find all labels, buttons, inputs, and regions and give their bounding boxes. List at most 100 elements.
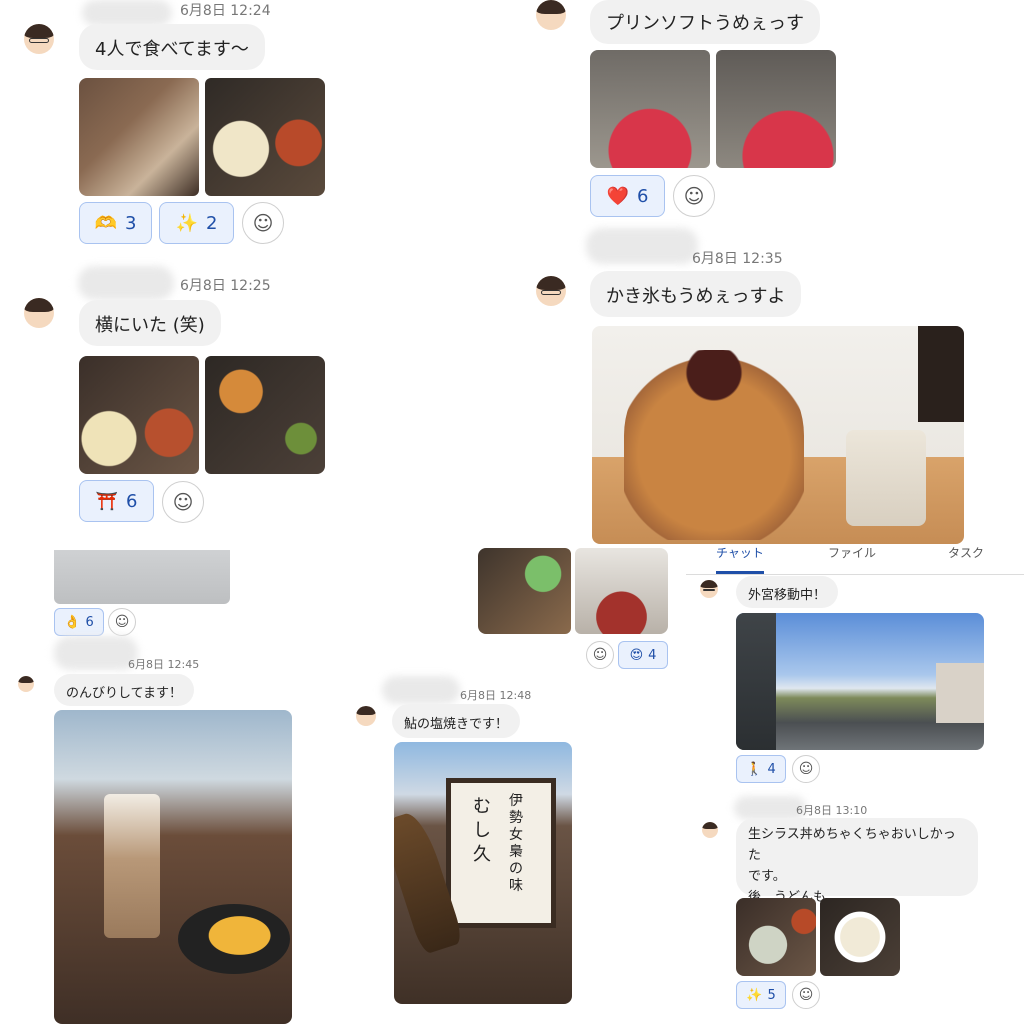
food-photo[interactable] bbox=[820, 898, 900, 976]
smiley-plus-icon: ☺ bbox=[683, 184, 705, 208]
street-photo bbox=[736, 613, 776, 750]
food-photo[interactable] bbox=[205, 78, 325, 196]
tea-cup bbox=[846, 430, 926, 526]
image-attachment[interactable] bbox=[736, 613, 984, 750]
reaction-chip[interactable]: 😍 4 bbox=[618, 641, 668, 669]
message-timestamp: 6月8日 12:24 bbox=[180, 3, 271, 19]
smiley-plus-icon: ☺ bbox=[798, 987, 814, 1003]
frame bbox=[918, 326, 964, 422]
heart-hands-icon: 🫶 bbox=[94, 212, 117, 234]
message-line: 生シラス丼めちゃくちゃおいしかった bbox=[748, 827, 956, 863]
reaction-chip[interactable]: 🚶 4 bbox=[736, 755, 786, 783]
sender-name-blurred bbox=[54, 636, 138, 670]
tab-files[interactable]: ファイル bbox=[828, 544, 876, 561]
avatar[interactable] bbox=[536, 0, 566, 30]
reaction-chip[interactable]: ⛩️ 6 bbox=[79, 480, 154, 522]
message-bubble: 横にいた (笑) bbox=[79, 300, 221, 346]
reaction-count: 4 bbox=[648, 647, 657, 663]
image-attachment[interactable] bbox=[79, 78, 325, 196]
sparkles-icon: ✨ bbox=[175, 212, 198, 234]
ok-hand-icon: 👌 bbox=[64, 614, 81, 630]
add-reaction-button[interactable]: ☺ bbox=[108, 608, 136, 636]
sparkles-icon: ✨ bbox=[746, 987, 763, 1003]
kakigori-photo bbox=[624, 350, 804, 540]
image-attachment[interactable] bbox=[54, 710, 292, 1024]
tab-tasks[interactable]: タスク bbox=[948, 544, 984, 561]
reaction-count: 6 bbox=[85, 614, 94, 630]
dessert-plate bbox=[178, 904, 290, 974]
food-photo[interactable] bbox=[716, 50, 836, 168]
food-photo[interactable] bbox=[79, 78, 199, 196]
food-photo[interactable] bbox=[79, 356, 199, 474]
reaction-chip[interactable]: ✨ 5 bbox=[736, 981, 786, 1009]
add-reaction-button[interactable]: ☺ bbox=[586, 641, 614, 669]
food-photo[interactable] bbox=[736, 898, 816, 976]
message-timestamp: 6月8日 13:10 bbox=[796, 804, 868, 817]
sender-name-blurred bbox=[382, 676, 460, 704]
sign-text: 伊勢女梟の味 bbox=[509, 793, 523, 894]
sign-text: むし久 bbox=[473, 796, 491, 865]
smiley-plus-icon: ☺ bbox=[114, 614, 130, 630]
message-bubble: 外宮移動中！ bbox=[736, 576, 839, 608]
latte-glass bbox=[104, 794, 160, 938]
food-photo[interactable] bbox=[205, 356, 325, 474]
heart-eyes-icon: 😍 bbox=[629, 647, 644, 663]
message-bubble: かき氷もうめぇっすよ bbox=[590, 271, 802, 317]
image-attachment[interactable] bbox=[478, 548, 668, 634]
message-bubble: 生シラス丼めちゃくちゃおいしかった です。 後、うどんも bbox=[736, 818, 978, 905]
message-timestamp: 6月8日 12:25 bbox=[180, 278, 271, 294]
smiley-plus-icon: ☺ bbox=[798, 761, 814, 777]
sender-name-blurred bbox=[586, 228, 698, 264]
avatar[interactable] bbox=[702, 822, 718, 838]
tab-bar: チャット ファイル タスク bbox=[686, 544, 1024, 575]
avatar[interactable] bbox=[536, 276, 566, 306]
reaction-chip[interactable]: 🫶 3 bbox=[79, 202, 152, 244]
add-reaction-button[interactable]: ☺ bbox=[792, 981, 820, 1009]
reaction-count: 5 bbox=[767, 987, 776, 1003]
house bbox=[936, 663, 984, 723]
tab-active-indicator bbox=[716, 571, 764, 574]
avatar[interactable] bbox=[24, 24, 54, 54]
heart-icon: ❤️ bbox=[606, 185, 629, 207]
sign-board: 伊勢女梟の味 むし久 bbox=[446, 778, 556, 928]
reaction-count: 6 bbox=[125, 490, 138, 512]
image-attachment[interactable] bbox=[736, 898, 900, 976]
add-reaction-button[interactable]: ☺ bbox=[792, 755, 820, 783]
reaction-count: 2 bbox=[205, 212, 218, 234]
message-timestamp: 6月8日 12:48 bbox=[460, 689, 532, 702]
food-photo[interactable] bbox=[575, 548, 668, 634]
image-attachment[interactable]: 伊勢女梟の味 むし久 bbox=[394, 742, 572, 1004]
image-attachment[interactable] bbox=[54, 550, 230, 604]
message-bubble: のんびりしてます！ bbox=[54, 674, 194, 706]
reaction-count: 4 bbox=[767, 761, 776, 777]
add-reaction-button[interactable]: ☺ bbox=[673, 175, 715, 217]
image-attachment[interactable] bbox=[592, 326, 964, 544]
smiley-plus-icon: ☺ bbox=[252, 211, 274, 235]
avatar[interactable] bbox=[18, 676, 34, 692]
reaction-chip[interactable]: ✨ 2 bbox=[159, 202, 234, 244]
smiley-plus-icon: ☺ bbox=[592, 647, 608, 663]
smiley-plus-icon: ☺ bbox=[172, 490, 194, 514]
message-bubble: 鮎の塩焼きです！ bbox=[392, 704, 521, 738]
reaction-chip[interactable]: ❤️ 6 bbox=[590, 175, 665, 217]
image-attachment[interactable] bbox=[79, 356, 325, 474]
message-line: です。 bbox=[748, 869, 786, 884]
reaction-count: 6 bbox=[636, 185, 649, 207]
add-reaction-button[interactable]: ☺ bbox=[242, 202, 284, 244]
reaction-count: 3 bbox=[124, 212, 137, 234]
message-bubble: プリンソフトうめぇっす bbox=[590, 0, 820, 44]
torii-icon: ⛩️ bbox=[95, 490, 118, 512]
sender-name-blurred bbox=[82, 0, 172, 26]
sender-name-blurred bbox=[78, 266, 174, 300]
image-attachment[interactable] bbox=[590, 50, 836, 168]
walking-icon: 🚶 bbox=[746, 761, 763, 777]
reaction-chip[interactable]: 👌 6 bbox=[54, 608, 104, 636]
add-reaction-button[interactable]: ☺ bbox=[162, 481, 204, 523]
avatar[interactable] bbox=[24, 298, 54, 328]
tab-chat[interactable]: チャット bbox=[716, 544, 764, 561]
food-photo[interactable] bbox=[478, 548, 571, 634]
avatar[interactable] bbox=[356, 706, 376, 726]
avatar[interactable] bbox=[700, 580, 718, 598]
message-bubble: 4人で食べてます〜 bbox=[79, 24, 265, 70]
food-photo[interactable] bbox=[590, 50, 710, 168]
